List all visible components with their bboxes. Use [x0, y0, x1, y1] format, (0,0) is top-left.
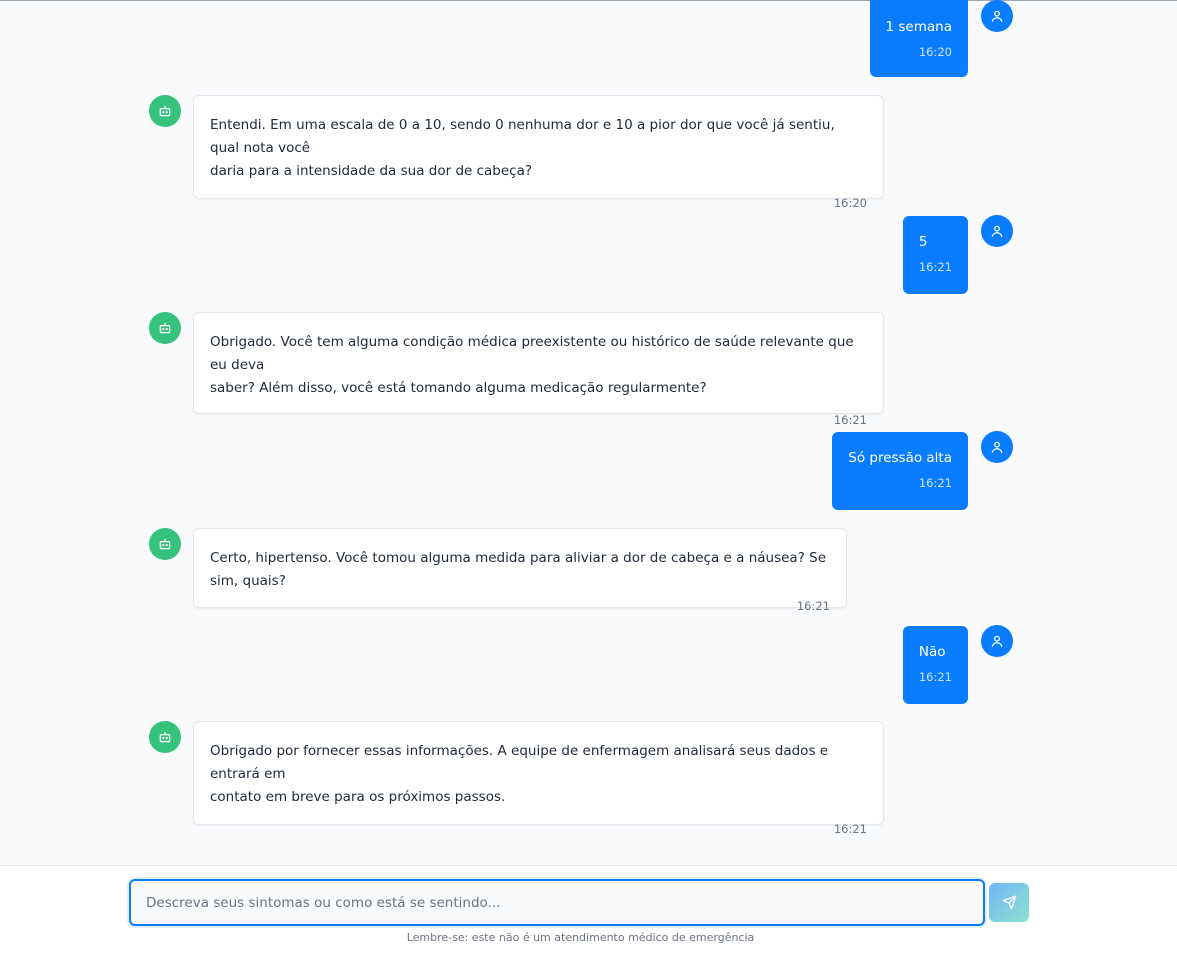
bot-bubble: Certo, hipertenso. Você tomou alguma med… — [193, 528, 847, 613]
disclaimer-text: Lembre-se: este não é um atendimento méd… — [406, 931, 755, 944]
bot-avatar — [149, 721, 181, 753]
bot-icon — [159, 538, 171, 550]
user-icon — [991, 225, 1003, 237]
message-time: 16:21 — [918, 260, 952, 274]
symptom-input[interactable] — [129, 879, 985, 926]
message-time: 16:21 — [833, 822, 867, 836]
bot-bubble: Entendi. Em uma escala de 0 a 10, sendo … — [193, 95, 884, 210]
message-time: 16:21 — [796, 599, 830, 613]
bot-avatar — [149, 312, 181, 344]
message-text: Obrigado. Você tem alguma condição médic… — [210, 334, 854, 396]
message-text: Só pressão alta — [848, 450, 952, 466]
user-icon — [991, 635, 1003, 647]
message-text: Entendi. Em uma escala de 0 a 10, sendo … — [210, 117, 835, 179]
message-text: Não — [918, 644, 946, 660]
user-avatar — [981, 625, 1013, 657]
message-text: Obrigado por fornecer essas informações.… — [210, 743, 829, 805]
user-bubble: 5 16:21 — [902, 216, 968, 294]
bot-avatar — [149, 528, 181, 560]
message-time: 16:20 — [918, 45, 952, 59]
composer-footer: Lembre-se: este não é um atendimento méd… — [0, 865, 1177, 956]
user-bubble: Só pressão alta 16:21 — [832, 432, 968, 510]
bot-icon — [159, 731, 171, 743]
user-icon — [991, 441, 1003, 453]
user-avatar — [981, 431, 1013, 463]
message-text: 1 semana — [885, 19, 952, 35]
bot-icon — [159, 322, 171, 334]
bot-avatar — [149, 95, 181, 127]
bot-bubble: Obrigado. Você tem alguma condição médic… — [193, 312, 884, 427]
message-time: 16:20 — [833, 196, 867, 210]
chat-area: 1 semana 16:20 Entendi. Em uma escala de… — [0, 0, 1177, 866]
bot-icon — [159, 105, 171, 117]
message-text: 5 — [918, 234, 928, 250]
user-bubble: 1 semana 16:20 — [869, 0, 968, 77]
message-text: Certo, hipertenso. Você tomou alguma med… — [210, 550, 831, 589]
user-bubble: Não 16:21 — [902, 626, 968, 704]
message-time: 16:21 — [918, 670, 952, 684]
message-time: 16:21 — [833, 413, 867, 427]
send-button[interactable] — [989, 883, 1029, 922]
send-icon — [1002, 895, 1016, 910]
user-avatar — [981, 215, 1013, 247]
bot-bubble: Obrigado por fornecer essas informações.… — [193, 721, 884, 836]
message-time: 16:21 — [918, 476, 952, 490]
user-icon — [991, 10, 1003, 22]
user-avatar — [981, 0, 1013, 32]
